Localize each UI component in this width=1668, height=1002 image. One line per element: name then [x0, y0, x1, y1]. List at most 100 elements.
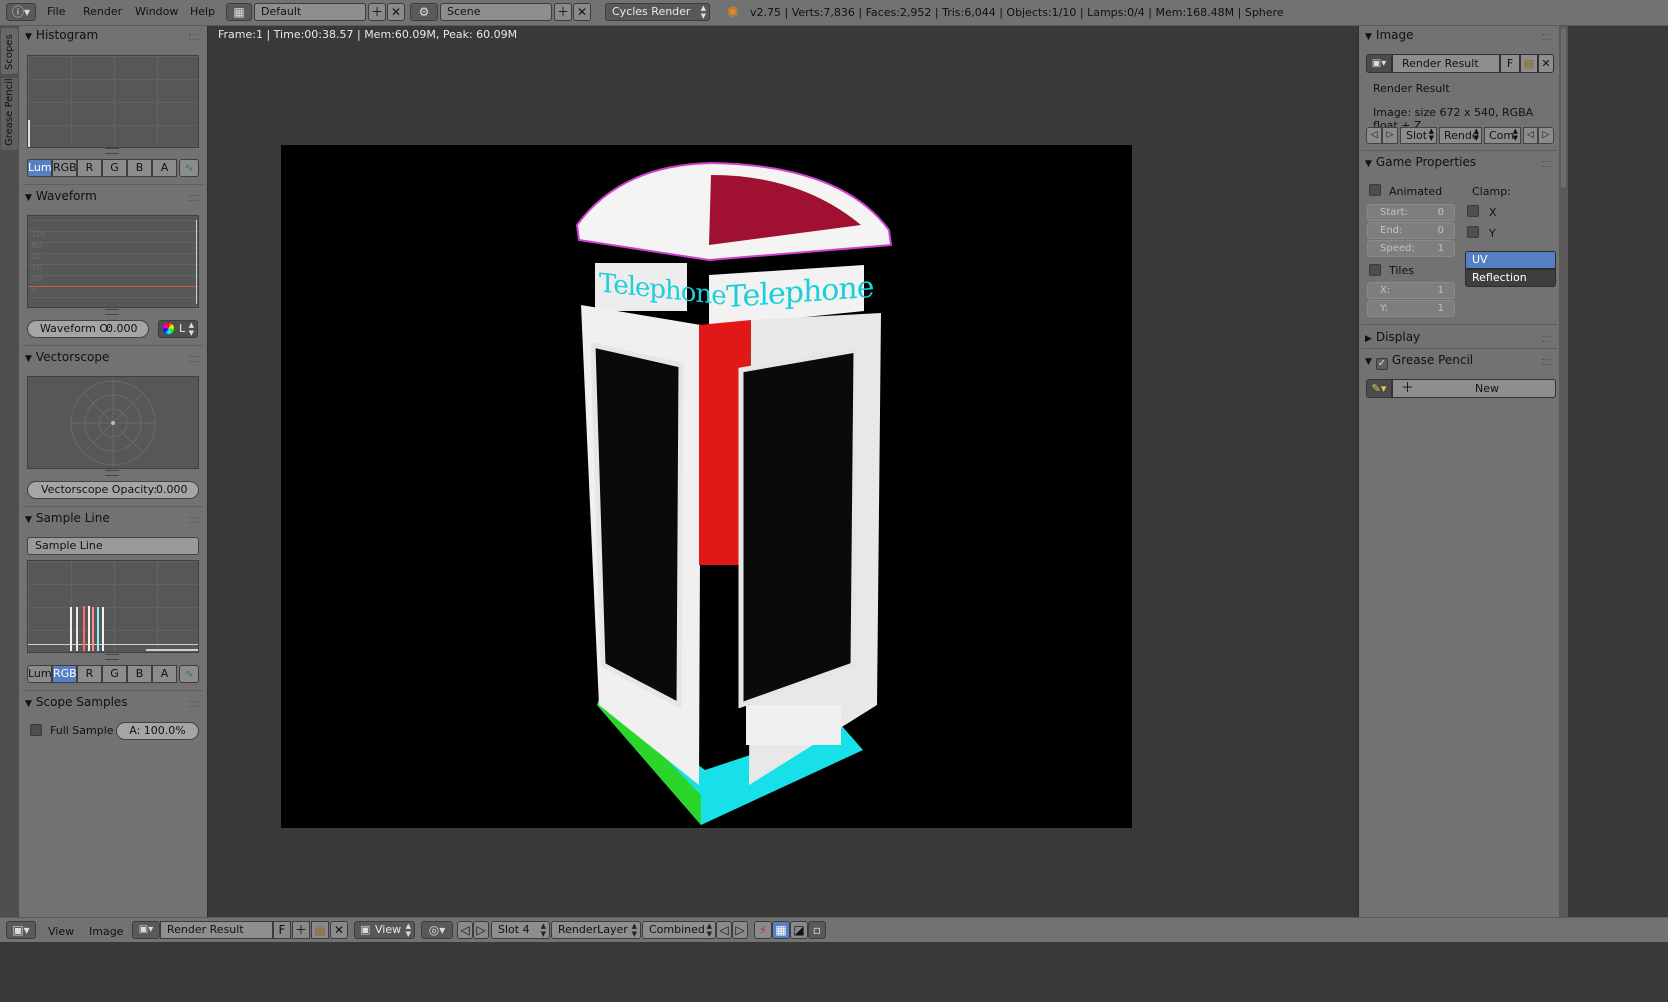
next-slot-icon[interactable]: ▷: [473, 921, 489, 939]
fake-user-button[interactable]: F: [1500, 54, 1520, 73]
vectorscope-header[interactable]: ▼ Vectorscope: [25, 348, 109, 366]
drag-grip-icon[interactable]: [1542, 161, 1552, 167]
menu-image[interactable]: Image: [89, 925, 123, 938]
mapping-reflection[interactable]: Reflection: [1465, 269, 1556, 287]
clamp-x-checkbox[interactable]: [1467, 205, 1479, 217]
drag-grip-icon[interactable]: [1542, 336, 1552, 342]
log-scale-toggle-icon[interactable]: ∿: [179, 665, 199, 683]
mapping-uv-coordinates[interactable]: UV Coordinates: [1465, 251, 1556, 282]
alpha-checker-icon[interactable]: ▦: [772, 921, 790, 939]
drag-grip-icon[interactable]: [189, 356, 199, 362]
drag-grip-icon[interactable]: [1542, 359, 1552, 365]
tab-scopes[interactable]: Scopes: [1, 28, 18, 74]
speed-field[interactable]: Speed: 1: [1367, 240, 1455, 257]
grease-pencil-header[interactable]: ▼ ✓ Grease Pencil: [1365, 351, 1473, 370]
tiles-x-field[interactable]: X: 1: [1367, 282, 1455, 299]
menu-window[interactable]: Window: [135, 5, 178, 18]
waveform-opacity-field[interactable]: Waveform O: 0.000: [27, 320, 149, 338]
drag-grip-icon[interactable]: [189, 34, 199, 40]
next-slot-icon[interactable]: ▷: [1382, 127, 1398, 144]
image-name-field[interactable]: Render Result: [160, 921, 273, 939]
add-scene-icon[interactable]: ＋: [554, 3, 572, 21]
scene-field[interactable]: Scene: [440, 3, 552, 21]
editor-type-icon[interactable]: ▣▾: [6, 921, 36, 939]
tiles-checkbox[interactable]: [1369, 264, 1381, 276]
render-engine-dropdown[interactable]: Cycles Render ▲ ▼: [605, 3, 710, 21]
render-pass-dropdown[interactable]: Combined ▲ ▼: [642, 921, 716, 939]
vectorscope-display[interactable]: [27, 376, 199, 469]
histogram-display[interactable]: [27, 55, 199, 148]
open-image-icon[interactable]: ▤: [311, 921, 329, 939]
drag-grip-icon[interactable]: [189, 517, 199, 523]
menu-help[interactable]: Help: [190, 5, 215, 18]
fake-user-button[interactable]: F: [273, 921, 291, 939]
scope-samples-header[interactable]: ▼ Scope Samples: [25, 693, 128, 711]
unlink-image-icon[interactable]: ✕: [330, 921, 348, 939]
sample-mode-r[interactable]: R: [77, 665, 102, 683]
start-frame-field[interactable]: Start: 0: [1367, 204, 1455, 221]
sample-line-header[interactable]: ▼ Sample Line: [25, 509, 110, 527]
game-properties-header[interactable]: ▼ Game Properties: [1365, 153, 1476, 171]
clamp-y-checkbox[interactable]: [1467, 226, 1479, 238]
pivot-dropdown-icon[interactable]: ◎▾: [421, 921, 453, 939]
hist-mode-rgb[interactable]: RGB: [52, 159, 77, 177]
add-screen-icon[interactable]: ＋: [368, 3, 386, 21]
render-layer-dropdown[interactable]: Rende ▲ ▼: [1439, 127, 1482, 144]
drag-grip-icon[interactable]: [189, 195, 199, 201]
sample-mode-rgb[interactable]: RGB: [52, 665, 77, 683]
scene-icon[interactable]: ⚙: [410, 3, 438, 21]
full-sample-checkbox[interactable]: [30, 724, 42, 736]
image-panel-header[interactable]: ▼ Image: [1365, 26, 1414, 44]
screen-layout-icon[interactable]: ▦: [226, 3, 252, 21]
hist-mode-r[interactable]: R: [77, 159, 102, 177]
waveform-header[interactable]: ▼ Waveform: [25, 187, 97, 205]
z-buffer-icon[interactable]: ◪: [790, 921, 808, 939]
hist-mode-a[interactable]: A: [152, 159, 177, 177]
prev-pass-icon[interactable]: ◁: [716, 921, 732, 939]
tiles-y-field[interactable]: Y: 1: [1367, 300, 1455, 317]
sample-mode-g[interactable]: G: [102, 665, 127, 683]
unlink-image-icon[interactable]: ✕: [1538, 54, 1554, 73]
hist-mode-lum[interactable]: Lum: [27, 159, 52, 177]
waveform-display[interactable]: 100 80 60 40 20 0: [27, 215, 199, 308]
menu-render[interactable]: Render: [83, 5, 122, 18]
hist-mode-g[interactable]: G: [102, 159, 127, 177]
image-name-field[interactable]: Render Result: [1392, 54, 1500, 73]
info-editor-type-button[interactable]: ⓘ▾: [6, 3, 36, 21]
image-browse-icon[interactable]: ▣▾: [132, 921, 160, 939]
sample-mode-a[interactable]: A: [152, 665, 177, 683]
open-folder-icon[interactable]: ▤: [1520, 54, 1538, 73]
image-browse-icon[interactable]: ▣▾: [1366, 54, 1392, 73]
sample-line-button[interactable]: Sample Line: [27, 537, 199, 555]
sample-line-display[interactable]: [27, 560, 199, 653]
next-pass-icon[interactable]: ▷: [1538, 127, 1554, 144]
close-screen-icon[interactable]: ✕: [387, 3, 405, 21]
view-mode-dropdown[interactable]: ▣ View ▲ ▼: [354, 921, 415, 939]
display-panel-header[interactable]: ▶ Display: [1365, 328, 1420, 346]
histogram-header[interactable]: ▼ Histogram: [25, 26, 98, 44]
close-scene-icon[interactable]: ✕: [573, 3, 591, 21]
menu-view[interactable]: View: [48, 925, 74, 938]
new-image-icon[interactable]: ＋: [292, 921, 310, 939]
right-panel-scrollbar[interactable]: [1559, 26, 1568, 917]
end-frame-field[interactable]: End: 0: [1367, 222, 1455, 239]
prev-slot-icon[interactable]: ◁: [1366, 127, 1382, 144]
draw-channels-icon[interactable]: ⚡: [754, 921, 772, 939]
sample-mode-b[interactable]: B: [127, 665, 152, 683]
tab-grease-pencil[interactable]: Grease Pencil: [1, 78, 18, 150]
accuracy-field[interactable]: A: 100.0%: [116, 722, 199, 740]
scrollbar-thumb[interactable]: [1561, 28, 1566, 188]
slot-dropdown[interactable]: Slot 4 ▲ ▼: [491, 921, 550, 939]
render-pass-dropdown[interactable]: Com ▲ ▼: [1484, 127, 1521, 144]
resize-handle-icon[interactable]: [105, 470, 119, 476]
prev-slot-icon[interactable]: ◁: [457, 921, 473, 939]
drag-grip-icon[interactable]: [1542, 34, 1552, 40]
menu-file[interactable]: File: [47, 5, 65, 18]
sample-mode-lum[interactable]: Lum: [27, 665, 52, 683]
drag-grip-icon[interactable]: [189, 701, 199, 707]
grease-pencil-new-button[interactable]: ＋ New: [1392, 379, 1556, 398]
render-slot-icon[interactable]: ▫: [808, 921, 826, 939]
vectorscope-opacity-field[interactable]: Vectorscope Opacity: 0.000: [27, 481, 199, 499]
resize-handle-icon[interactable]: [105, 148, 119, 154]
log-scale-toggle-icon[interactable]: ∿: [179, 159, 199, 177]
